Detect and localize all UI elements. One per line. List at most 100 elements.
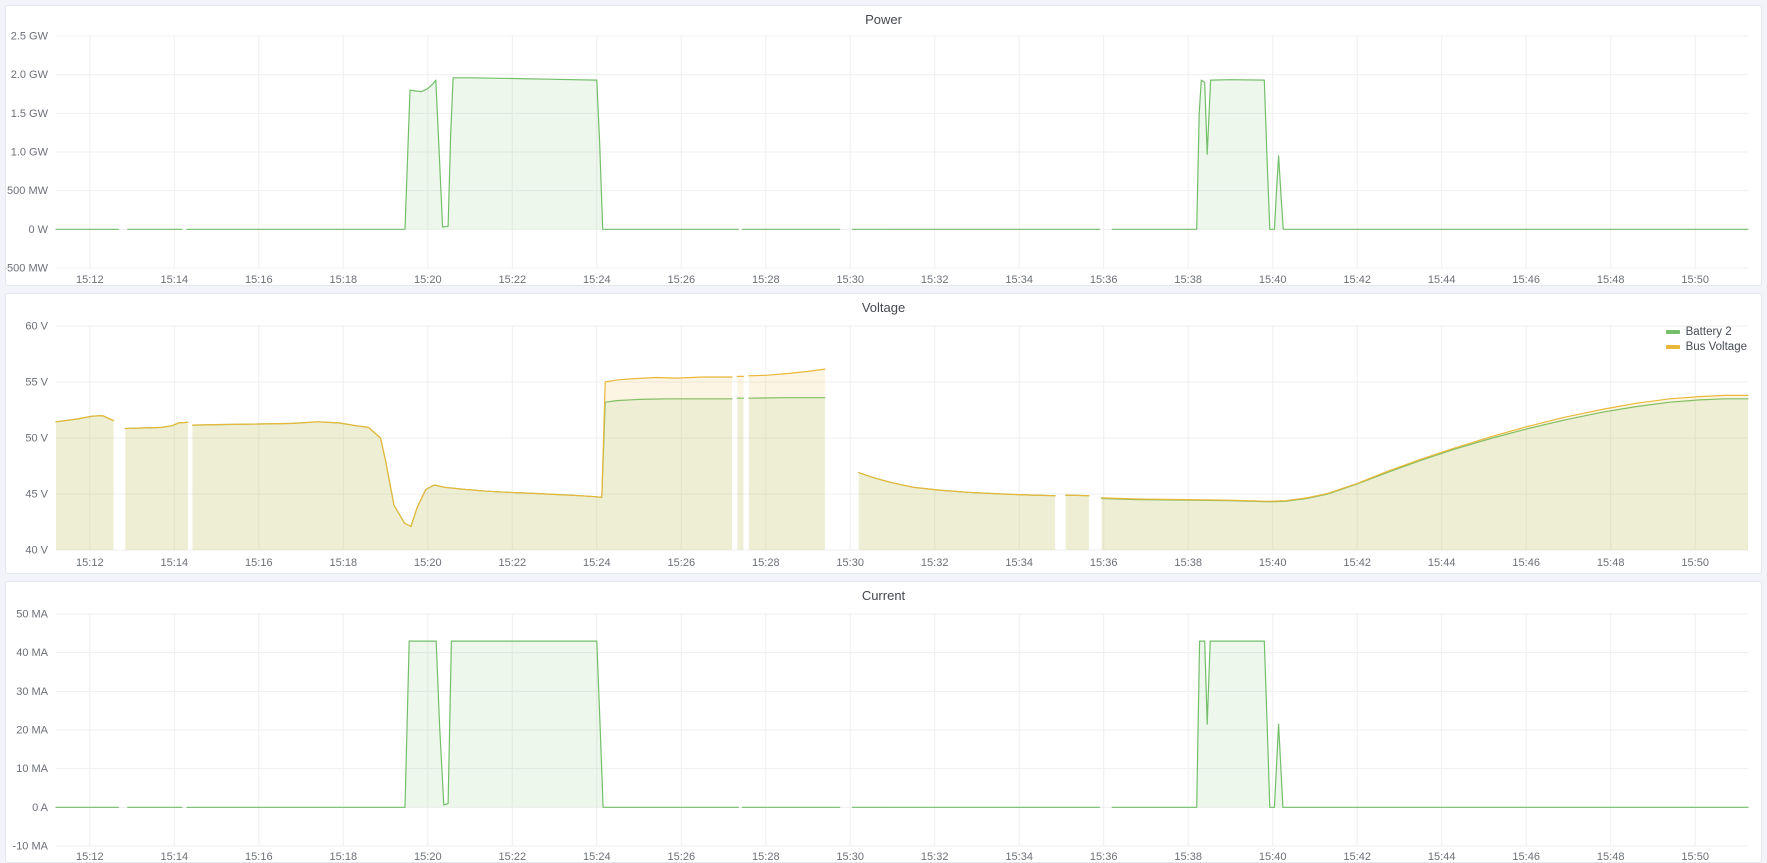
svg-text:15:12: 15:12 [76,557,104,569]
svg-text:15:48: 15:48 [1597,851,1625,863]
svg-text:15:22: 15:22 [499,851,527,863]
battery-2-series-swatch [1666,330,1680,334]
svg-text:15:20: 15:20 [414,851,442,863]
svg-text:15:38: 15:38 [1174,274,1202,286]
svg-text:1.5 GW: 1.5 GW [11,108,49,120]
series-group [56,369,1748,550]
svg-text:50 V: 50 V [25,433,48,445]
svg-text:15:24: 15:24 [583,274,611,286]
svg-text:20 MA: 20 MA [16,725,48,737]
series-group [56,641,1748,807]
voltage-panel: Voltage 60 V 55 V 50 V 45 V 40 V 15:12 15:14 15… [5,293,1762,574]
svg-text:15:46: 15:46 [1512,557,1540,569]
svg-text:15:18: 15:18 [330,851,358,863]
legend-label: Battery 2 [1686,326,1732,338]
grid [56,614,1748,846]
svg-text:15:46: 15:46 [1512,851,1540,863]
svg-text:15:40: 15:40 [1259,557,1287,569]
svg-text:15:48: 15:48 [1597,557,1625,569]
svg-text:15:18: 15:18 [330,557,358,569]
svg-text:2.5 GW: 2.5 GW [11,31,49,43]
svg-text:15:36: 15:36 [1090,274,1118,286]
svg-text:50 MA: 50 MA [16,609,48,621]
svg-text:-500 MW: -500 MW [6,263,49,275]
svg-text:40 MA: 40 MA [16,647,48,659]
x-axis-labels: 15:1215:1415:1615:1815:2015:2215:2415:26… [76,557,1709,569]
svg-text:15:50: 15:50 [1681,274,1709,286]
svg-text:15:12: 15:12 [76,851,104,863]
voltage-panel-title[interactable]: Voltage [6,294,1761,318]
svg-text:15:26: 15:26 [668,851,696,863]
voltage-legend: Battery 2 Bus Voltage [1666,326,1747,353]
svg-text:15:24: 15:24 [583,557,611,569]
svg-text:15:50: 15:50 [1681,557,1709,569]
svg-text:15:14: 15:14 [161,274,189,286]
series-group [56,78,1748,230]
svg-text:15:34: 15:34 [1005,851,1033,863]
legend-item-bus-voltage[interactable]: Bus Voltage [1666,341,1747,353]
svg-text:10 MA: 10 MA [16,763,48,775]
svg-text:15:42: 15:42 [1343,557,1371,569]
svg-text:40 V: 40 V [25,545,48,557]
svg-text:15:48: 15:48 [1597,274,1625,286]
svg-text:15:16: 15:16 [245,274,273,286]
svg-text:15:28: 15:28 [752,851,780,863]
svg-text:15:32: 15:32 [921,557,949,569]
power-chart[interactable]: 2.5 GW2.0 GW1.5 GW1.0 GW500 MW0 W-500 MW… [6,30,1761,287]
grid [56,36,1748,268]
svg-text:15:30: 15:30 [836,851,864,863]
svg-text:1.0 GW: 1.0 GW [11,147,49,159]
power-panel-title[interactable]: Power [6,6,1761,30]
svg-text:15:36: 15:36 [1090,851,1118,863]
svg-text:15:42: 15:42 [1343,851,1371,863]
current-chart[interactable]: 50 MA 40 MA 30 MA 20 MA 10 MA 0 A -10 MA 15:12 1… [6,606,1761,863]
x-axis-labels: 15:1215:1415:1615:1815:2015:2215:2415:26… [76,851,1709,863]
svg-text:15:32: 15:32 [921,274,949,286]
svg-text:15:34: 15:34 [1005,557,1033,569]
svg-text:15:40: 15:40 [1259,851,1287,863]
svg-text:15:18: 15:18 [330,274,358,286]
voltage-chart[interactable]: 60 V 55 V 50 V 45 V 40 V 15:12 15:14 15:16 15:18… [6,318,1761,575]
y-axis-labels: 60 V 55 V 50 V 45 V 40 V [25,321,48,557]
svg-text:15:14: 15:14 [161,557,189,569]
current-panel-title[interactable]: Current [6,582,1761,606]
y-axis-labels: 50 MA 40 MA 30 MA 20 MA 10 MA 0 A -10 MA [13,609,49,853]
svg-text:15:46: 15:46 [1512,274,1540,286]
legend-item-battery-2[interactable]: Battery 2 [1666,326,1747,338]
svg-text:15:28: 15:28 [752,557,780,569]
svg-text:55 V: 55 V [25,377,48,389]
svg-text:15:22: 15:22 [499,274,527,286]
dashboard: Power 2.5 GW2.0 GW1.5 GW1.0 GW500 MW0 W-… [0,0,1767,863]
svg-text:30 MA: 30 MA [16,686,48,698]
svg-text:45 V: 45 V [25,489,48,501]
svg-text:0 W: 0 W [28,224,48,236]
current-panel: Current 50 MA 40 MA 30 MA 20 MA 10 MA 0 A -10 … [5,581,1762,863]
svg-text:15:30: 15:30 [836,274,864,286]
svg-text:15:16: 15:16 [245,851,273,863]
svg-text:15:38: 15:38 [1174,557,1202,569]
svg-text:15:20: 15:20 [414,274,442,286]
x-axis-labels: 15:12 15:14 15:16 15:18 15:20 15:22 15:24 15:26… [76,274,1709,286]
svg-text:15:40: 15:40 [1259,274,1287,286]
svg-text:60 V: 60 V [25,321,48,333]
svg-text:15:32: 15:32 [921,851,949,863]
svg-text:15:50: 15:50 [1681,851,1709,863]
svg-text:15:42: 15:42 [1343,274,1371,286]
svg-text:0 A: 0 A [32,802,49,814]
svg-text:15:44: 15:44 [1428,274,1456,286]
series-bus-voltage [56,369,1748,550]
bus-voltage-series-swatch [1666,345,1680,349]
series-power [56,78,1748,230]
svg-text:-10 MA: -10 MA [13,841,49,853]
svg-text:15:26: 15:26 [668,557,696,569]
y-axis-labels: 2.5 GW2.0 GW1.5 GW1.0 GW500 MW0 W-500 MW [6,31,49,275]
legend-label: Bus Voltage [1686,341,1747,353]
svg-text:15:28: 15:28 [752,274,780,286]
svg-text:15:12: 15:12 [76,274,104,286]
svg-text:15:34: 15:34 [1005,274,1033,286]
svg-text:15:30: 15:30 [836,557,864,569]
svg-text:15:16: 15:16 [245,557,273,569]
power-panel: Power 2.5 GW2.0 GW1.5 GW1.0 GW500 MW0 W-… [5,5,1762,286]
svg-text:15:44: 15:44 [1428,851,1456,863]
svg-text:15:26: 15:26 [668,274,696,286]
